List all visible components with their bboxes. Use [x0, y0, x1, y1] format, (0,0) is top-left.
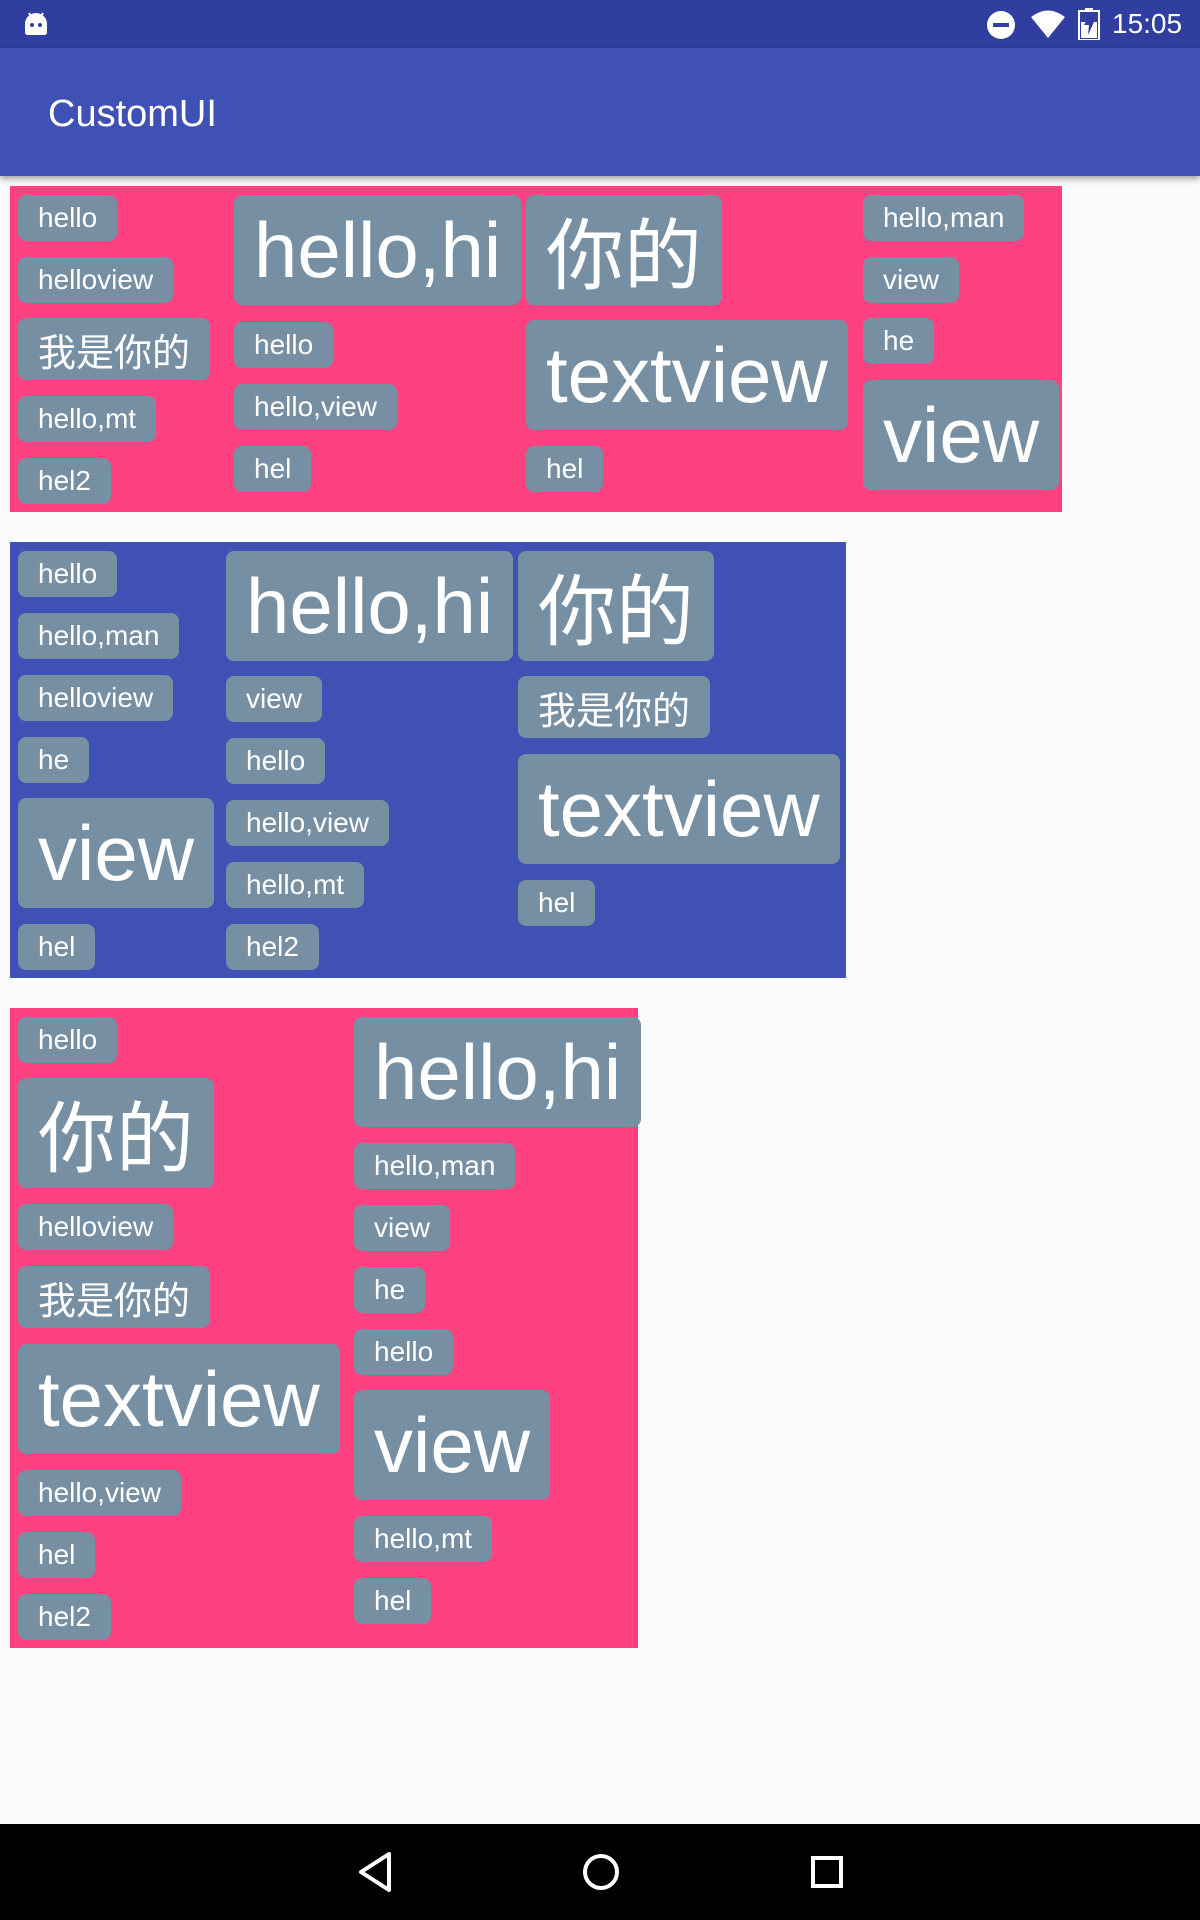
- tag-chip[interactable]: hello: [18, 195, 118, 241]
- tag-chip[interactable]: hel: [18, 924, 96, 970]
- tag-chip[interactable]: hello,mt: [354, 1516, 493, 1562]
- tag-chip[interactable]: 你的: [518, 551, 715, 661]
- tag-chip[interactable]: textview: [526, 320, 848, 430]
- flow-layout-3: hello 你的 helloview 我是你的 textview hello,v…: [10, 1008, 642, 1648]
- tag-chip[interactable]: 我是你的: [518, 676, 711, 738]
- tag-chip[interactable]: hello,man: [18, 613, 180, 659]
- do-not-disturb-icon: [987, 11, 1015, 39]
- tag-chip[interactable]: hel2: [18, 1594, 111, 1640]
- status-time: 15:05: [1112, 8, 1183, 39]
- tag-chip[interactable]: helloview: [18, 675, 174, 721]
- tag-chip[interactable]: view: [863, 380, 1060, 490]
- tag-chip[interactable]: hel2: [18, 458, 111, 504]
- tag-chip[interactable]: hel: [354, 1578, 432, 1624]
- tag-chip[interactable]: he: [18, 737, 90, 783]
- tag-chip[interactable]: hello: [18, 551, 118, 597]
- tag-chip[interactable]: view: [863, 257, 960, 303]
- tag-chip[interactable]: hello: [354, 1329, 454, 1375]
- tag-chip[interactable]: view: [354, 1390, 551, 1500]
- tag-chip[interactable]: view: [226, 676, 323, 722]
- app-title: CustomUI: [48, 93, 217, 135]
- navigation-bar: [0, 1824, 1200, 1920]
- tag-chip[interactable]: hello,mt: [226, 862, 365, 908]
- flow-layout-2: hello hello,man helloview he view hel he…: [10, 542, 846, 978]
- tag-chip[interactable]: hello,man: [863, 195, 1025, 241]
- tag-chip[interactable]: textview: [18, 1344, 340, 1454]
- tag-chip[interactable]: he: [863, 318, 935, 364]
- tag-chip[interactable]: helloview: [18, 1204, 174, 1250]
- tag-chip[interactable]: helloview: [18, 257, 174, 303]
- tag-chip[interactable]: hel: [518, 880, 596, 926]
- app-bar: CustomUI: [0, 48, 1200, 176]
- tag-chip[interactable]: hel: [526, 446, 604, 492]
- recents-icon[interactable]: [803, 1848, 851, 1896]
- tag-chip[interactable]: textview: [518, 754, 840, 864]
- home-icon[interactable]: [577, 1848, 625, 1896]
- flow-layout-1: hello helloview 我是你的 hello,mt hel2 hello…: [10, 186, 1062, 512]
- wifi-icon: [1031, 10, 1065, 38]
- tag-chip[interactable]: hel2: [226, 924, 319, 970]
- tag-chip[interactable]: hello: [234, 322, 334, 368]
- tag-chip[interactable]: he: [354, 1267, 426, 1313]
- tag-chip[interactable]: hello,mt: [18, 396, 157, 442]
- tag-chip[interactable]: hel: [234, 446, 312, 492]
- status-bar: 15:05: [0, 0, 1200, 48]
- back-icon[interactable]: [351, 1848, 399, 1896]
- tag-chip[interactable]: 你的: [18, 1078, 215, 1188]
- tag-chip[interactable]: 我是你的: [18, 318, 211, 380]
- tag-chip[interactable]: hello,hi: [226, 551, 514, 661]
- tag-chip[interactable]: 我是你的: [18, 1266, 211, 1328]
- tag-chip[interactable]: view: [18, 798, 215, 908]
- tag-chip[interactable]: hello,man: [354, 1143, 516, 1189]
- tag-chip[interactable]: hel: [18, 1532, 96, 1578]
- tag-chip[interactable]: hello,hi: [234, 195, 522, 305]
- tag-chip[interactable]: hello: [226, 738, 326, 784]
- tag-chip[interactable]: hello,view: [226, 800, 389, 846]
- tag-chip[interactable]: 你的: [526, 195, 723, 305]
- tag-chip[interactable]: hello,view: [234, 384, 397, 430]
- battery-icon: [1078, 8, 1100, 40]
- android-debug-icon: [25, 12, 47, 35]
- tag-chip[interactable]: hello: [18, 1017, 118, 1063]
- tag-chip[interactable]: hello,hi: [354, 1017, 642, 1127]
- tag-chip[interactable]: hello,view: [18, 1470, 181, 1516]
- tag-chip[interactable]: view: [354, 1205, 451, 1251]
